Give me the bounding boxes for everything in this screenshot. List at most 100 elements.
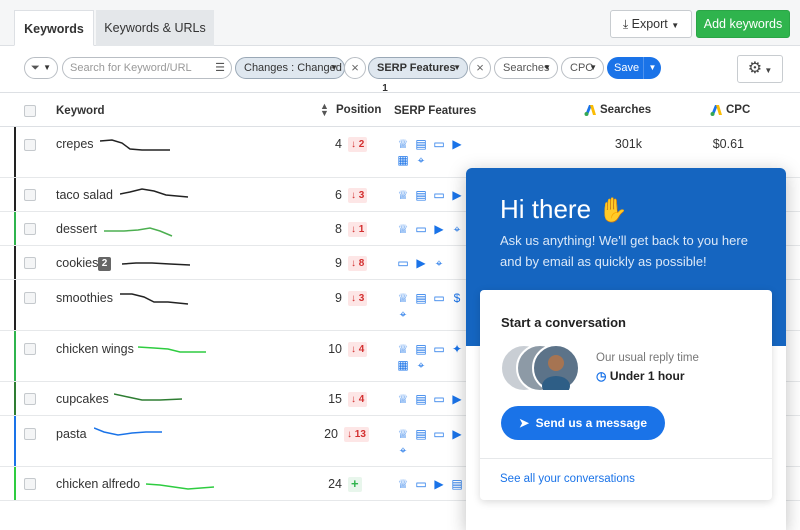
row-checkbox[interactable] xyxy=(24,343,36,355)
row-checkbox[interactable] xyxy=(24,478,36,490)
comment-icon[interactable]: ▭ xyxy=(432,291,446,305)
keyword-text[interactable]: chicken wings xyxy=(56,342,134,356)
keyword-text[interactable]: pasta xyxy=(56,427,87,441)
select-all-checkbox[interactable] xyxy=(24,105,36,117)
chef-hat-icon[interactable]: ♕ xyxy=(396,291,410,305)
location-icon[interactable]: ⌖ xyxy=(450,222,464,236)
comment-icon[interactable]: ▭ xyxy=(432,342,446,356)
position-change-badge: ↓ 4 xyxy=(348,342,368,357)
location-icon[interactable]: ⌖ xyxy=(432,256,446,270)
save-dropdown-toggle[interactable]: ▼ xyxy=(643,57,661,79)
search-input[interactable]: Search for Keyword/URL ☰ xyxy=(62,57,232,79)
news-icon[interactable]: ▦ xyxy=(396,153,410,167)
video-icon[interactable]: ▶ xyxy=(450,188,464,202)
video-icon[interactable]: ▶ xyxy=(450,427,464,441)
book-icon[interactable]: ▤ xyxy=(414,137,428,151)
filter-dropdown[interactable]: ⏷ ▼ xyxy=(24,57,58,79)
book-icon[interactable]: ▤ xyxy=(450,477,464,491)
send-message-button[interactable]: ➤ Send us a message xyxy=(501,406,665,440)
row-checkbox[interactable] xyxy=(24,139,36,151)
chef-hat-icon[interactable]: ♕ xyxy=(396,188,410,202)
chef-hat-icon[interactable]: ♕ xyxy=(396,342,410,356)
video-icon[interactable]: ▶ xyxy=(432,477,446,491)
serp-features-filter[interactable]: SERP Features 1 ▼ xyxy=(368,57,468,94)
row-indicator xyxy=(14,178,16,211)
book-icon[interactable]: ▤ xyxy=(414,188,428,202)
tab-keywords-urls[interactable]: Keywords & URLs xyxy=(96,10,214,46)
news-icon[interactable]: ▦ xyxy=(396,358,410,372)
searches-filter[interactable]: Searches ▼ xyxy=(494,57,558,79)
keyword-text[interactable]: dessert xyxy=(56,222,97,236)
video-icon[interactable]: ▶ xyxy=(432,222,446,236)
searches-column-header[interactable]: Searches xyxy=(600,104,651,116)
keyword-text[interactable]: taco salad xyxy=(56,188,113,202)
dollar-icon[interactable]: $ xyxy=(450,291,464,305)
video-icon[interactable]: ▶ xyxy=(414,256,428,270)
change-value: 4 xyxy=(358,394,365,405)
row-checkbox[interactable] xyxy=(24,223,36,235)
serp-column-header[interactable]: SERP Features xyxy=(394,105,476,117)
position-column-header[interactable]: Position xyxy=(336,104,381,116)
sort-icon[interactable]: ▲ ▼ xyxy=(320,102,329,118)
comment-icon[interactable]: ▭ xyxy=(396,256,410,270)
row-checkbox[interactable] xyxy=(24,292,36,304)
video-icon[interactable]: ▶ xyxy=(450,137,464,151)
chef-hat-icon[interactable]: ♕ xyxy=(396,137,410,151)
row-indicator xyxy=(14,416,16,466)
keyword-text[interactable]: cupcakes xyxy=(56,392,109,406)
book-icon[interactable]: ▤ xyxy=(414,291,428,305)
cpc-column-header[interactable]: CPC xyxy=(726,104,750,116)
trend-sparkline xyxy=(104,227,173,237)
chevron-down-icon: ▼ xyxy=(762,66,773,75)
export-button[interactable]: ⤓ Export ▼ xyxy=(610,10,692,38)
row-checkbox[interactable] xyxy=(24,428,36,440)
tab-keywords[interactable]: Keywords xyxy=(14,10,94,46)
changes-filter[interactable]: Changes : Changed ▼ xyxy=(235,57,345,79)
chef-hat-icon[interactable]: ♕ xyxy=(396,392,410,406)
remove-serp-filter-button[interactable]: × xyxy=(469,57,491,79)
keyword-text[interactable]: smoothies xyxy=(56,291,113,305)
searches-value: 301k xyxy=(614,137,642,151)
comment-icon[interactable]: ▭ xyxy=(432,392,446,406)
row-checkbox[interactable] xyxy=(24,257,36,269)
comment-icon[interactable]: ▭ xyxy=(414,222,428,236)
chevron-down-icon: ▼ xyxy=(589,63,597,72)
see-all-conversations-link[interactable]: See all your conversations xyxy=(500,473,635,485)
chef-hat-icon[interactable]: ♕ xyxy=(396,222,410,236)
position-value: 24 xyxy=(328,477,342,491)
trend-sparkline xyxy=(94,427,162,436)
location-icon[interactable]: ⌖ xyxy=(396,307,410,321)
trend-sparkline xyxy=(100,139,170,151)
row-checkbox[interactable] xyxy=(24,393,36,405)
change-value: 4 xyxy=(358,344,365,355)
comment-icon[interactable]: ▭ xyxy=(432,427,446,441)
keyword-text[interactable]: chicken alfredo xyxy=(56,477,140,491)
location-icon[interactable]: ⌖ xyxy=(414,153,428,167)
comment-icon[interactable]: ▭ xyxy=(432,137,446,151)
remove-changes-filter-button[interactable]: × xyxy=(344,57,366,79)
row-checkbox[interactable] xyxy=(24,189,36,201)
settings-button[interactable]: ⚙ ▼ xyxy=(737,55,783,83)
save-button[interactable]: Save ▼ xyxy=(607,57,661,79)
add-keywords-button[interactable]: Add keywords xyxy=(696,10,790,38)
keyword-column-header[interactable]: Keyword xyxy=(56,105,105,117)
book-icon[interactable]: ▤ xyxy=(414,427,428,441)
comment-icon[interactable]: ▭ xyxy=(414,477,428,491)
book-icon[interactable]: ▤ xyxy=(414,342,428,356)
row-indicator xyxy=(14,127,16,177)
position-value: 4 xyxy=(335,137,342,151)
comment-icon[interactable]: ▭ xyxy=(432,188,446,202)
location-icon[interactable]: ⌖ xyxy=(414,358,428,372)
keyword-text[interactable]: cookies xyxy=(56,256,98,270)
chef-hat-icon[interactable]: ♕ xyxy=(396,427,410,441)
keyword-text[interactable]: crepes xyxy=(56,137,94,151)
waving-hand-icon: ✋ xyxy=(598,197,629,224)
location-icon[interactable]: ⌖ xyxy=(396,443,410,457)
video-icon[interactable]: ▶ xyxy=(450,392,464,406)
twitter-icon[interactable]: ✦ xyxy=(450,342,464,356)
book-icon[interactable]: ▤ xyxy=(414,392,428,406)
greeting-text: Hi there xyxy=(500,194,592,224)
chevron-down-icon: ▼ xyxy=(43,63,51,72)
chef-hat-icon[interactable]: ♕ xyxy=(396,477,410,491)
cpc-filter[interactable]: CPC ▼ xyxy=(561,57,604,79)
